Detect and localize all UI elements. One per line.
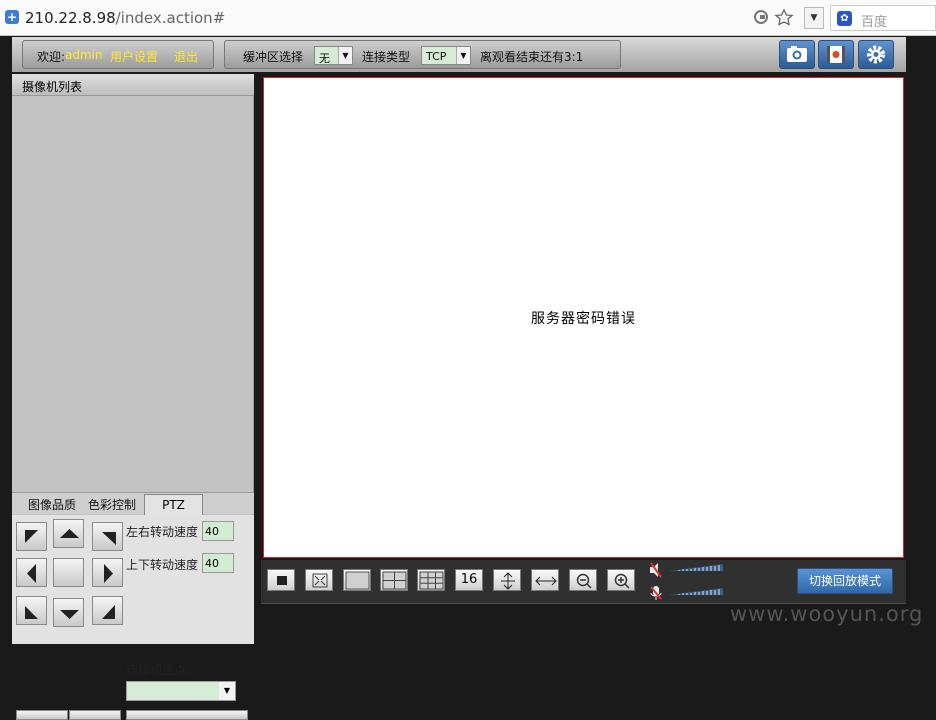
tab-image-quality[interactable]: 图像品质 <box>28 496 76 513</box>
arrow-down-right-icon <box>102 605 115 619</box>
chevron-down-icon: ▼ <box>456 47 470 64</box>
record-video-icon <box>827 46 845 63</box>
ptz-up-right-button[interactable] <box>92 522 123 551</box>
logout-link[interactable]: 退出 <box>174 48 198 65</box>
watermark: www.wooyun.org <box>730 602 924 626</box>
connection-value: TCP <box>426 50 447 63</box>
ptz-right-button[interactable] <box>92 558 123 587</box>
buffer-label: 缓冲区选择 <box>243 50 304 64</box>
left-panel: 摄像机列表 图像品质 色彩控制 PTZ 左右转动速度 40 上下转动速度 40 … <box>12 74 254 720</box>
horizontal-arrows-icon <box>535 576 557 586</box>
record-button[interactable] <box>818 40 854 69</box>
dropdown-arrow-icon[interactable]: ▼ <box>804 7 824 29</box>
arrow-down-icon <box>60 610 79 619</box>
ptz-center-button[interactable] <box>53 558 84 587</box>
arrow-right-icon <box>104 564 113 583</box>
zoom-out-button[interactable] <box>16 710 68 720</box>
layout-4-button[interactable] <box>380 569 408 591</box>
camera-list-title: 摄像机列表 <box>22 80 83 94</box>
top-toolbar: 欢迎: admin 用户设置 退出 缓冲区选择 无 ▼ 连接类型 TCP ▼ 离观看… <box>12 37 906 72</box>
ptz-down-button[interactable] <box>53 598 84 627</box>
search-box[interactable]: ✿ 百度 <box>830 5 936 31</box>
fit-horizontal-button[interactable] <box>531 569 559 591</box>
shield-plus-icon: + <box>5 10 19 24</box>
single-view-icon <box>345 571 370 590</box>
tab-ptz[interactable]: PTZ <box>144 494 203 515</box>
layout-1-button[interactable] <box>343 569 371 591</box>
stream-panel: 缓冲区选择 无 ▼ 连接类型 TCP ▼ 离观看结束还有3:1 <box>224 40 621 69</box>
zoom-out-icon <box>576 573 592 589</box>
arrow-up-left-icon <box>25 530 38 543</box>
error-message: 服务器密码错误 <box>531 311 636 327</box>
username: admin <box>65 48 103 62</box>
url-host: 210.22.8.98 <box>25 9 116 27</box>
welcome-label: 欢迎: <box>37 50 66 64</box>
user-panel: 欢迎: admin 用户设置 退出 <box>22 40 214 69</box>
nine-view-icon <box>419 571 444 590</box>
url-actions <box>752 7 796 27</box>
arrow-up-icon <box>60 529 79 538</box>
remaining-time: 离观看结束还有3:1 <box>480 50 584 64</box>
snapshot-button[interactable] <box>779 40 815 69</box>
video-viewport[interactable]: 服务器密码错误 <box>263 77 904 558</box>
arrow-up-right-icon <box>102 532 116 545</box>
buffer-select[interactable]: 无 ▼ <box>314 46 353 65</box>
ptz-down-left-button[interactable] <box>16 596 47 625</box>
refresh-star-icons[interactable] <box>752 7 796 27</box>
ptz-up-button[interactable] <box>53 519 84 548</box>
ptz-down-right-button[interactable] <box>92 596 123 625</box>
search-placeholder: 百度 <box>861 15 888 30</box>
quad-view-icon <box>382 571 407 590</box>
chevron-down-icon: ▼ <box>338 47 352 64</box>
layout-9-button[interactable] <box>417 569 445 591</box>
user-settings-link[interactable]: 用户设置 <box>110 48 158 65</box>
ptz-panel: 左右转动速度 40 上下转动速度 40 选择预置点: ▼ <box>12 515 254 720</box>
video-control-bar: 16 切换回放模式 <box>261 560 906 604</box>
tab-color-control[interactable]: 色彩控制 <box>88 496 136 513</box>
camera-snapshot-icon <box>787 46 807 62</box>
ptz-left-button[interactable] <box>16 558 47 587</box>
browser-address-bar: + 210.22.8.98/index.action# ▼ ✿ 百度 <box>0 0 936 36</box>
layout-16-button[interactable]: 16 <box>455 569 483 591</box>
arrow-left-icon <box>27 564 36 583</box>
speaker-muted-icon[interactable] <box>647 561 665 579</box>
zoom-in-icon <box>614 573 630 589</box>
ud-speed-input[interactable]: 40 <box>202 553 234 573</box>
ptz-up-left-button[interactable] <box>16 522 47 551</box>
fullscreen-icon <box>312 573 328 588</box>
baidu-paw-icon: ✿ <box>837 11 852 26</box>
preset-select[interactable]: ▼ <box>126 681 236 701</box>
stop-icon <box>277 576 287 585</box>
settings-gear-icon <box>867 45 885 64</box>
playback-mode-button[interactable]: 切换回放模式 <box>797 568 893 594</box>
preset-label: 选择预置点: <box>126 663 191 677</box>
camera-list-header: 摄像机列表 <box>12 74 254 96</box>
connection-label: 连接类型 <box>362 50 411 64</box>
microphone-muted-icon[interactable] <box>647 584 665 602</box>
speaker-volume-slider[interactable] <box>669 564 723 572</box>
zoom-out-view-button[interactable] <box>569 569 597 591</box>
vertical-arrows-icon <box>501 572 515 590</box>
fit-vertical-button[interactable] <box>493 569 521 591</box>
preset-apply-button[interactable] <box>126 710 248 720</box>
url-field[interactable]: 210.22.8.98/index.action# <box>25 9 225 27</box>
settings-button[interactable] <box>858 40 894 69</box>
buffer-value: 无 <box>319 52 330 65</box>
arrow-down-left-icon <box>25 606 38 619</box>
connection-select[interactable]: TCP ▼ <box>421 46 471 65</box>
fullscreen-button[interactable] <box>305 569 333 591</box>
microphone-volume-slider[interactable] <box>669 588 723 596</box>
url-path: /index.action# <box>115 9 226 27</box>
lr-speed-input[interactable]: 40 <box>202 521 234 541</box>
chevron-down-icon: ▼ <box>219 682 235 700</box>
zoom-in-view-button[interactable] <box>607 569 635 591</box>
settings-tabs: 图像品质 色彩控制 PTZ <box>12 492 254 515</box>
zoom-in-button[interactable] <box>69 710 121 720</box>
stop-button[interactable] <box>267 569 295 591</box>
lr-speed-label: 左右转动速度 <box>126 525 199 539</box>
ud-speed-label: 上下转动速度 <box>126 558 199 572</box>
